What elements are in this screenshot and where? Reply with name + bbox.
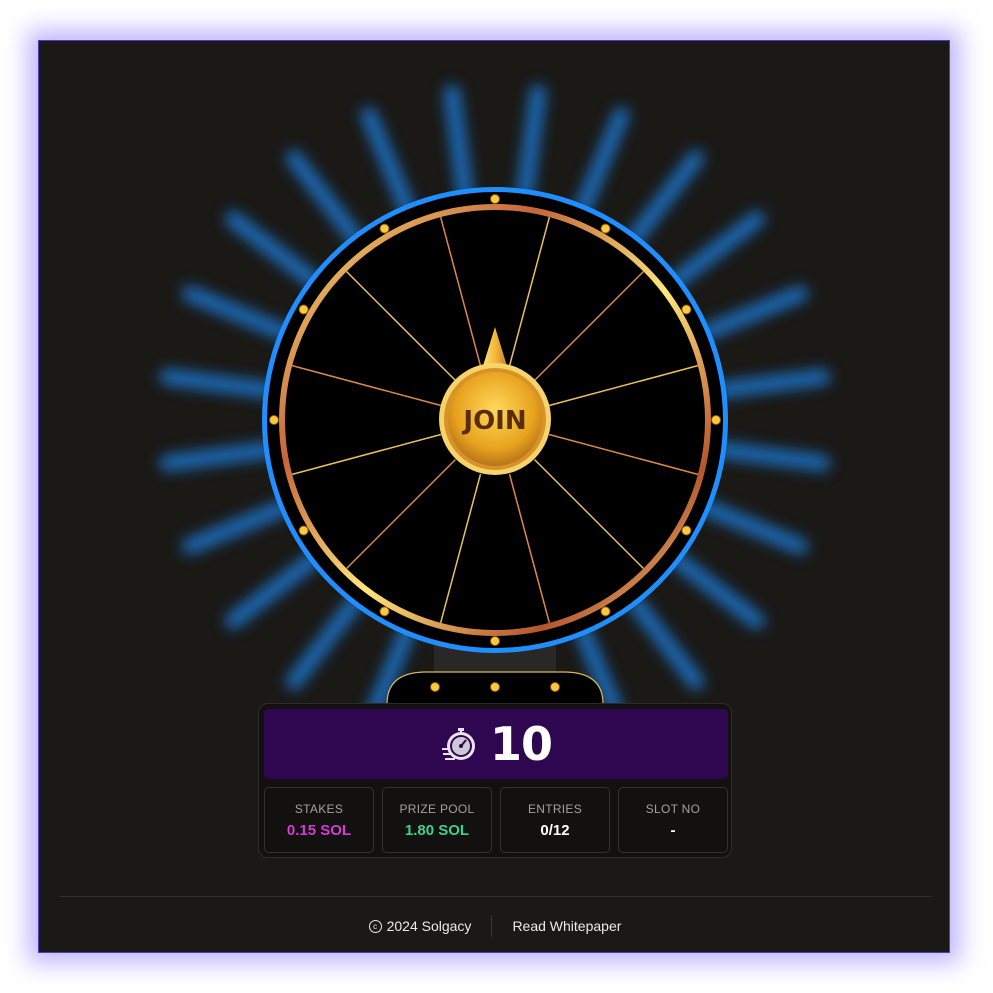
app-frame: JOIN 10 STAKES 0.15 SOL PRIZE POOL 1.80 …	[38, 40, 950, 953]
glow-ray	[669, 211, 765, 288]
stat-stakes: STAKES 0.15 SOL	[264, 787, 374, 853]
stat-label: STAKES	[294, 801, 344, 816]
stat-label: SLOT NO	[645, 801, 701, 816]
stand-bulb	[430, 682, 440, 692]
glow-ray	[159, 368, 275, 398]
stats-row: STAKES 0.15 SOL PRIZE POOL 1.80 SOL ENTR…	[264, 787, 728, 853]
glow-ray	[669, 552, 765, 629]
stopwatch-icon	[441, 728, 475, 760]
rim-bulb	[490, 636, 500, 646]
stat-slot-no: SLOT NO -	[618, 787, 728, 853]
stat-value: 0/12	[540, 821, 570, 839]
glow-ray	[715, 442, 831, 472]
stat-prize-pool: PRIZE POOL 1.80 SOL	[382, 787, 492, 853]
copyright: c 2024 Solgacy	[368, 918, 492, 934]
glow-ray	[699, 285, 808, 340]
stat-value: 0.15 SOL	[286, 821, 352, 839]
footer: c 2024 Solgacy Read Whitepaper	[39, 911, 949, 941]
glow-ray	[627, 594, 704, 690]
glow-ray	[182, 285, 291, 340]
glow-ray	[286, 150, 363, 246]
join-label[interactable]: JOIN	[461, 406, 526, 436]
stat-value: 1.80 SOL	[404, 821, 470, 839]
copyright-text: 2024 Solgacy	[386, 918, 472, 934]
game-panel: 10 STAKES 0.15 SOL PRIZE POOL 1.80 SOL E…	[258, 703, 732, 858]
stand-bulb	[550, 682, 560, 692]
glow-ray	[699, 500, 808, 555]
glow-ray	[182, 500, 291, 555]
footer-divider	[59, 896, 931, 897]
stand-bulb	[490, 682, 500, 692]
glow-ray	[517, 84, 547, 200]
stat-label: PRIZE POOL	[399, 801, 475, 816]
copyright-icon: c	[368, 919, 382, 933]
rim-bulb	[681, 304, 692, 315]
stat-value: -	[670, 821, 676, 839]
glow-ray	[627, 150, 704, 246]
rim-bulb	[298, 525, 309, 536]
stat-label: ENTRIES	[527, 801, 583, 816]
countdown-value: 10	[489, 717, 553, 771]
countdown-bar: 10	[264, 709, 728, 779]
glow-ray	[159, 442, 275, 472]
glow-ray	[286, 594, 363, 690]
rim-bulb	[298, 304, 309, 315]
whitepaper-link[interactable]: Read Whitepaper	[492, 918, 621, 934]
glow-ray	[225, 211, 321, 288]
glow-ray	[443, 84, 473, 200]
glow-ray	[715, 368, 831, 398]
glow-ray	[225, 552, 321, 629]
rim-bulb	[600, 606, 611, 617]
stat-entries: ENTRIES 0/12	[500, 787, 610, 853]
rim-bulb	[379, 223, 390, 234]
rim-bulb	[600, 223, 611, 234]
rim-bulb	[379, 606, 390, 617]
rim-bulb	[681, 525, 692, 536]
glow-ray	[360, 107, 415, 216]
rim-bulb	[711, 415, 721, 425]
rim-bulb	[490, 194, 500, 204]
rim-bulb	[269, 415, 279, 425]
glow-ray	[575, 107, 630, 216]
